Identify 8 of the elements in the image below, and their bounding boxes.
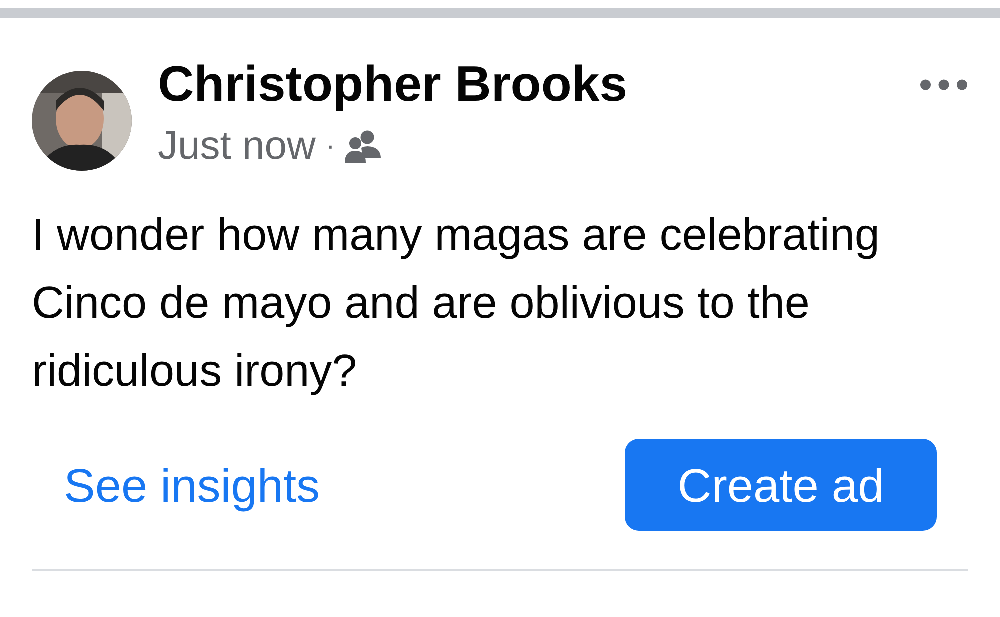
post-time[interactable]: Just now bbox=[158, 123, 316, 169]
create-ad-button[interactable]: Create ad bbox=[625, 439, 937, 531]
people-icon[interactable] bbox=[345, 130, 382, 162]
author-name[interactable]: Christopher Brooks bbox=[158, 53, 920, 115]
see-insights-link[interactable]: See insights bbox=[64, 458, 320, 512]
post-text: I wonder how many magas are celebrating Cinco de mayo and are oblivious to the ridiculous irony? bbox=[32, 208, 881, 398]
separator: · bbox=[326, 130, 336, 162]
more-icon[interactable] bbox=[920, 79, 968, 91]
